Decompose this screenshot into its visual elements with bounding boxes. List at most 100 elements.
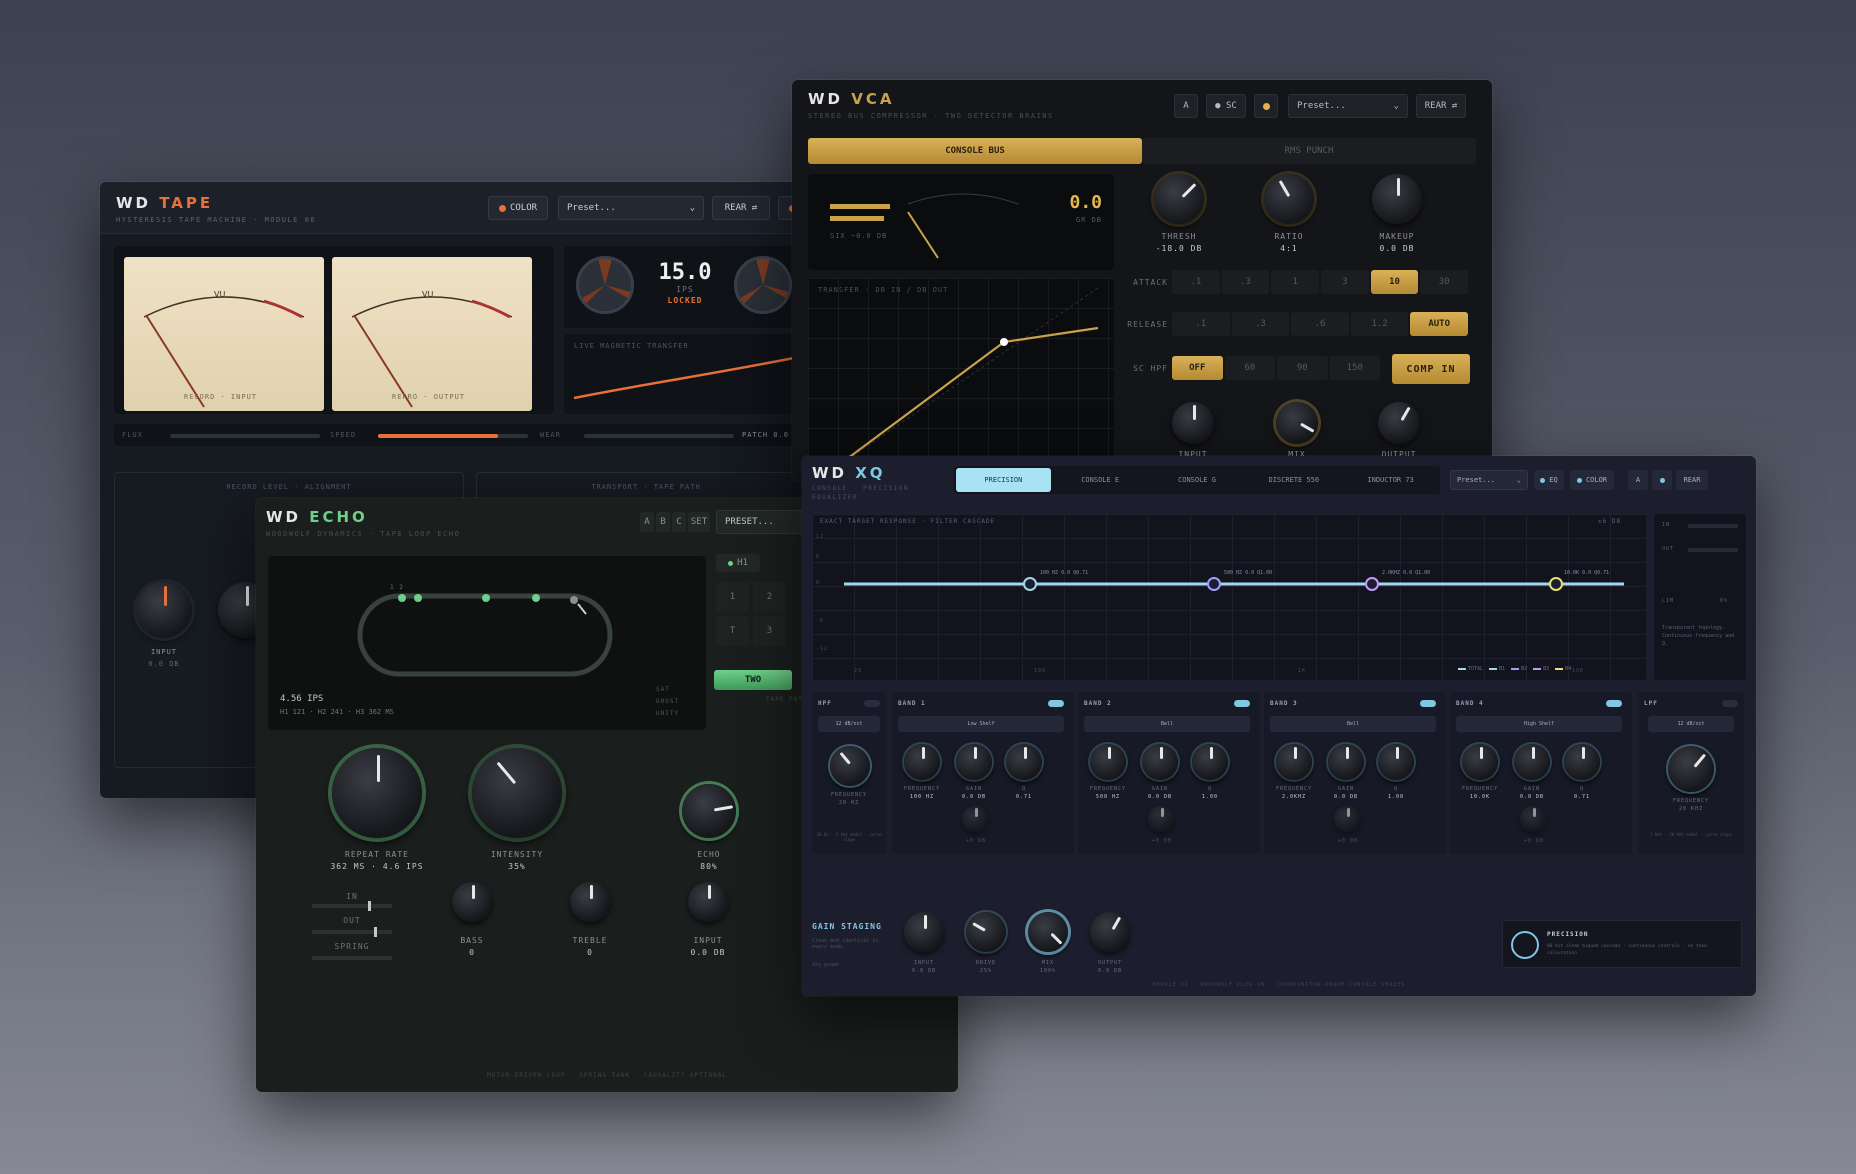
comp-in-button[interactable]: COMP IN <box>1392 354 1470 384</box>
attack-option[interactable]: .3 <box>1221 270 1270 294</box>
hpf-frequency-knob[interactable] <box>830 746 870 786</box>
input-knob[interactable] <box>136 582 192 638</box>
attack-option[interactable]: 30 <box>1420 270 1469 294</box>
mix-knob[interactable] <box>1276 402 1318 444</box>
release-option[interactable]: AUTO <box>1410 312 1468 336</box>
mode-tab[interactable]: CONSOLE E <box>1053 468 1148 492</box>
band-gain-knob[interactable] <box>1514 744 1550 780</box>
band-toggle[interactable] <box>1420 700 1436 707</box>
dynamic-knob[interactable] <box>1520 806 1546 832</box>
preset-select[interactable]: Preset... ⌄ <box>1450 470 1528 490</box>
repeat-rate-knob[interactable] <box>332 748 422 838</box>
mode-tab[interactable]: PRECISION <box>956 468 1051 492</box>
hpf-option[interactable]: OFF <box>1172 356 1223 380</box>
lpf-frequency-knob[interactable] <box>1668 746 1714 792</box>
output-knob[interactable] <box>1378 402 1420 444</box>
input-knob[interactable] <box>904 912 944 952</box>
lpf-slope-select[interactable]: 12 dB/oct <box>1648 716 1734 732</box>
release-option[interactable]: .3 <box>1231 312 1290 336</box>
band-shape-select[interactable]: Bell <box>1270 716 1436 732</box>
treble-knob[interactable] <box>570 882 610 922</box>
tab-rms-punch[interactable]: RMS PUNCH <box>1142 138 1476 164</box>
ratio-knob[interactable] <box>1264 174 1314 224</box>
slot-a-button[interactable]: A <box>640 512 654 532</box>
band-shape-select[interactable]: High Shelf <box>1456 716 1622 732</box>
two-button[interactable]: TWO <box>714 670 792 690</box>
mode-tab[interactable]: CONSOLE G <box>1150 468 1245 492</box>
power-button[interactable] <box>1652 470 1672 490</box>
dynamic-knob[interactable] <box>1334 806 1360 832</box>
dynamic-knob[interactable] <box>1148 806 1174 832</box>
rear-button[interactable]: REAR <box>1676 470 1708 490</box>
grid-cell[interactable]: T <box>716 616 749 646</box>
band-frequency-knob[interactable] <box>1462 744 1498 780</box>
hpf-slope-select[interactable]: 12 dB/oct <box>818 716 880 732</box>
grid-cell[interactable]: 1 <box>716 582 749 612</box>
rear-button[interactable]: REAR ⇄ <box>1416 94 1466 118</box>
intensity-knob[interactable] <box>472 748 562 838</box>
attack-option[interactable]: 1 <box>1271 270 1320 294</box>
head-h1-button[interactable]: H1 <box>716 554 760 572</box>
release-option[interactable]: .1 <box>1172 312 1230 336</box>
set-button[interactable]: SET <box>688 512 710 532</box>
rear-button[interactable]: REAR ⇄ <box>712 196 770 220</box>
band-q-knob[interactable] <box>1564 744 1600 780</box>
slot-b-button[interactable]: B <box>656 512 670 532</box>
slot-c-button[interactable]: C <box>672 512 686 532</box>
a-button[interactable]: A <box>1174 94 1198 118</box>
attack-option[interactable]: .1 <box>1172 270 1220 294</box>
band-q-knob[interactable] <box>1192 744 1228 780</box>
hpf-option[interactable]: 60 <box>1224 356 1275 380</box>
release-option[interactable]: .6 <box>1291 312 1349 336</box>
band-frequency-knob[interactable] <box>904 744 940 780</box>
dynamic-knob[interactable] <box>962 806 988 832</box>
mix-knob[interactable] <box>1028 912 1068 952</box>
band-toggle[interactable] <box>1606 700 1622 707</box>
hpf-option[interactable]: 150 <box>1329 356 1380 380</box>
echo-knob[interactable] <box>682 784 736 838</box>
hpf-toggle[interactable] <box>864 700 880 707</box>
lpf-toggle[interactable] <box>1722 700 1738 707</box>
in-slider[interactable] <box>312 901 392 911</box>
band-q-knob[interactable] <box>1378 744 1414 780</box>
color-button[interactable]: COLOR <box>1570 470 1614 490</box>
band-q-knob[interactable] <box>1006 744 1042 780</box>
bass-knob[interactable] <box>452 882 492 922</box>
output-knob[interactable] <box>1090 912 1130 952</box>
band-toggle[interactable] <box>1048 700 1064 707</box>
out-slider[interactable] <box>312 927 392 937</box>
power-button[interactable] <box>1254 94 1278 118</box>
product-name: TAPE <box>159 194 214 212</box>
grid-cell[interactable]: 2 <box>753 582 786 612</box>
tab-console-bus[interactable]: CONSOLE BUS <box>808 138 1142 164</box>
vca-subtitle: STEREO BUS COMPRESSOR · TWO DETECTOR BRA… <box>808 112 1054 120</box>
makeup-knob[interactable] <box>1372 174 1422 224</box>
preset-select[interactable]: Preset... ⌄ <box>1288 94 1408 118</box>
mode-tab[interactable]: DISCRETE 550 <box>1246 468 1341 492</box>
band-shape-select[interactable]: Low Shelf <box>898 716 1064 732</box>
input-knob[interactable] <box>1172 402 1214 444</box>
eq-button[interactable]: EQ <box>1534 470 1564 490</box>
band-gain-knob[interactable] <box>956 744 992 780</box>
color-button[interactable]: COLOR <box>488 196 548 220</box>
a-button[interactable]: A <box>1628 470 1648 490</box>
band-frequency-knob[interactable] <box>1090 744 1126 780</box>
band-gain-knob[interactable] <box>1142 744 1178 780</box>
grid-cell[interactable]: 3 <box>753 616 786 646</box>
sidechain-button[interactable]: ● SC <box>1206 94 1246 118</box>
hpf-option[interactable]: 90 <box>1277 356 1328 380</box>
drive-knob[interactable] <box>966 912 1006 952</box>
threshold-knob[interactable] <box>1154 174 1204 224</box>
band-shape-select[interactable]: Bell <box>1084 716 1250 732</box>
spring-slider[interactable] <box>312 956 392 960</box>
input-knob[interactable] <box>688 882 728 922</box>
band-toggle[interactable] <box>1234 700 1250 707</box>
attack-option[interactable]: 3 <box>1321 270 1369 294</box>
preset-select[interactable]: PRESET... <box>716 510 806 534</box>
band-gain-knob[interactable] <box>1328 744 1364 780</box>
preset-select[interactable]: Preset... ⌄ <box>558 196 704 220</box>
attack-option[interactable]: 10 <box>1370 270 1419 294</box>
mode-tab[interactable]: INDUCTOR 73 <box>1343 468 1438 492</box>
release-option[interactable]: 1.2 <box>1350 312 1409 336</box>
band-frequency-knob[interactable] <box>1276 744 1312 780</box>
